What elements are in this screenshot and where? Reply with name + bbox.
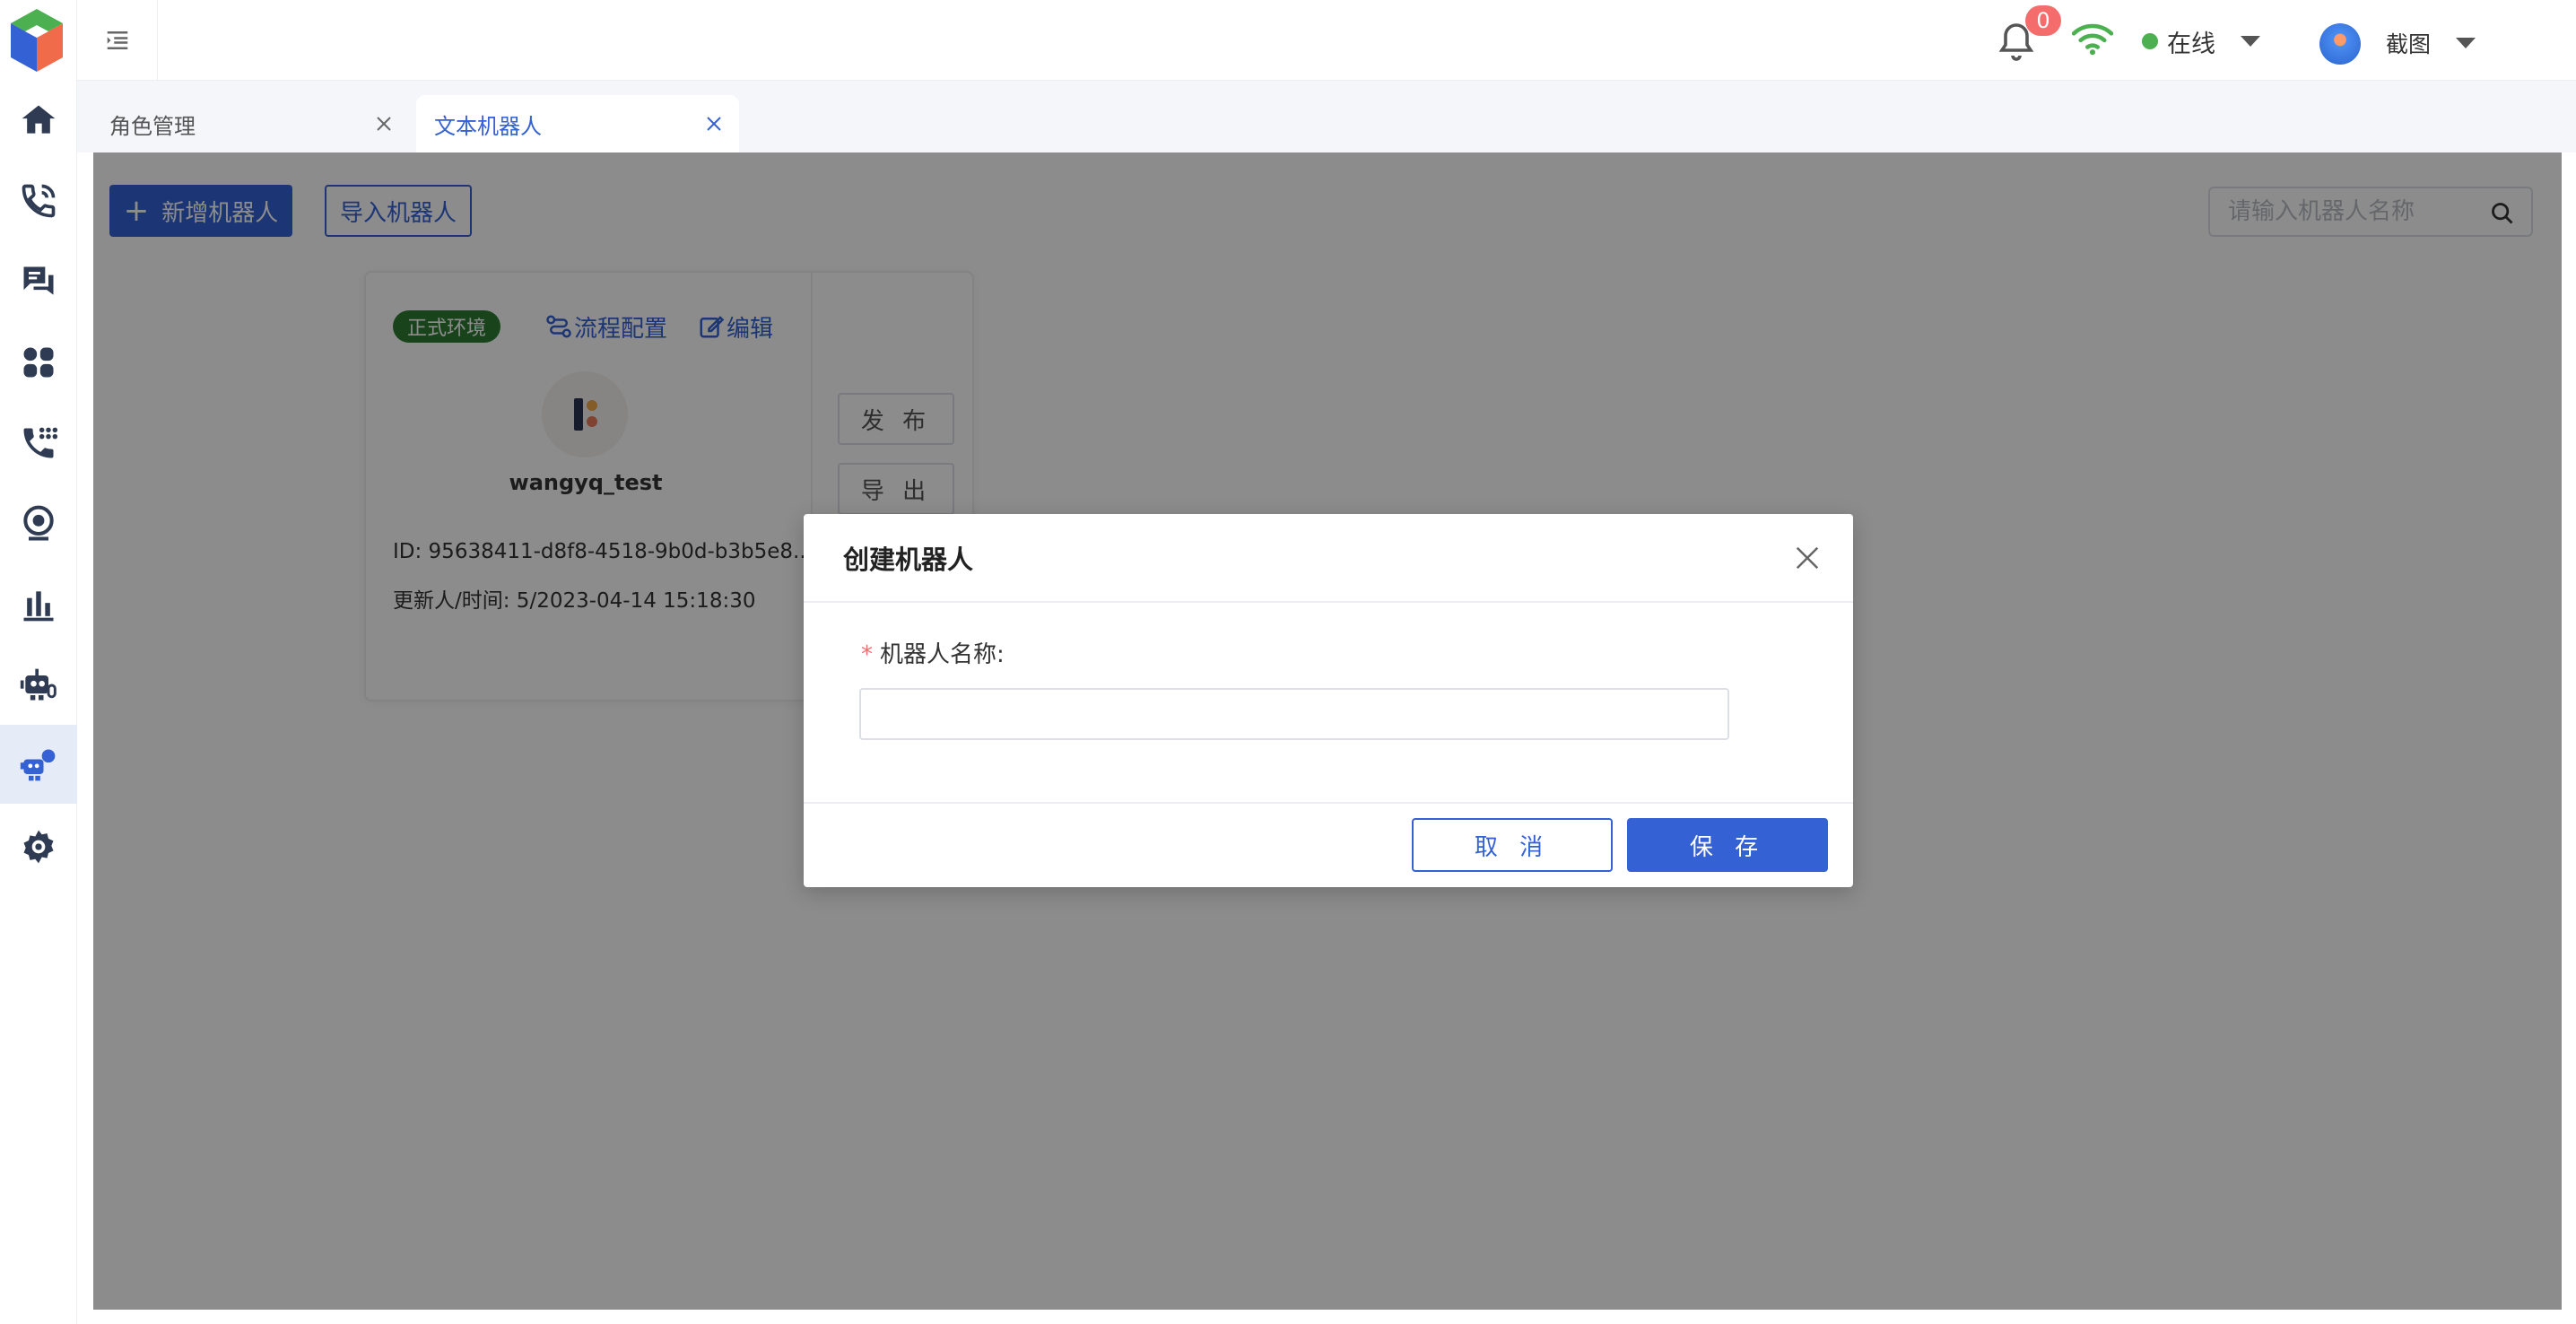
sidebar-item-home[interactable] (0, 81, 77, 160)
required-asterisk: * (861, 641, 873, 668)
chevron-down-icon (2456, 38, 2476, 48)
phone-dialpad-icon (23, 427, 58, 458)
settings-gear-icon (23, 830, 54, 864)
sidebar (0, 0, 77, 1324)
user-avatar[interactable] (2319, 23, 2361, 65)
close-icon[interactable] (701, 111, 727, 136)
create-robot-dialog: 创建机器人 * 机器人名称: 取 消 保 存 (804, 514, 1853, 887)
apps-grid-icon (23, 347, 54, 378)
tab-label: 角色管理 (109, 113, 196, 139)
sidebar-item-monitor[interactable] (0, 484, 77, 563)
save-button[interactable]: 保 存 (1627, 818, 1828, 872)
dialog-footer-divider (804, 802, 1853, 804)
menu-collapse-button[interactable] (77, 0, 158, 81)
close-icon[interactable] (371, 111, 396, 136)
phone-call-icon (22, 184, 56, 218)
user-menu[interactable]: 截图 (2386, 23, 2476, 63)
menu-fold-icon (107, 31, 127, 49)
status-dot (2142, 33, 2158, 49)
dialog-header-divider (804, 601, 1853, 603)
sidebar-item-settings[interactable] (0, 807, 77, 886)
robot-name-field-label: * 机器人名称: (861, 636, 1005, 669)
tab-role-management[interactable]: 角色管理 (77, 95, 409, 152)
dialog-title: 创建机器人 (843, 544, 974, 575)
sidebar-item-calls[interactable] (0, 161, 77, 240)
tab-bar: 角色管理 文本机器人 (77, 81, 2576, 152)
notification-count-badge: 0 (2025, 5, 2061, 36)
app-logo (11, 9, 63, 72)
bar-chart-icon (23, 591, 54, 622)
sidebar-item-messages[interactable] (0, 242, 77, 321)
robot-name-input[interactable] (859, 688, 1729, 740)
tab-label: 文本机器人 (434, 113, 542, 139)
status-label: 在线 (2167, 30, 2215, 58)
wifi-signal-icon (2072, 23, 2113, 56)
online-status-dropdown[interactable]: 在线 (2142, 22, 2260, 61)
sidebar-item-robot[interactable] (0, 646, 77, 725)
robot-icon (20, 668, 57, 701)
field-label-text: 机器人名称: (880, 641, 1005, 668)
sidebar-item-dialpad[interactable] (0, 404, 77, 483)
tab-text-robot[interactable]: 文本机器人 (416, 95, 739, 152)
user-name-label: 截图 (2386, 31, 2432, 57)
chevron-down-icon (2241, 36, 2260, 47)
sidebar-item-apps[interactable] (0, 323, 77, 402)
sidebar-item-reports[interactable] (0, 565, 77, 644)
text-robot-icon (20, 749, 56, 781)
monitor-target-icon (23, 505, 54, 541)
close-icon[interactable] (1794, 544, 1821, 571)
sidebar-item-text-robot[interactable] (0, 725, 77, 804)
chat-messages-icon (23, 266, 54, 295)
cancel-button[interactable]: 取 消 (1412, 818, 1613, 872)
home-icon (22, 105, 56, 134)
